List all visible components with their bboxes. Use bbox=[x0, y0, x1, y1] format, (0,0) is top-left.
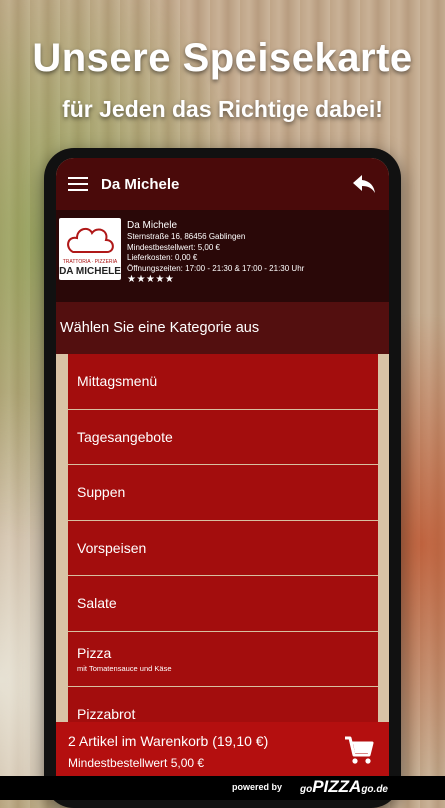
powered-by-label: powered by bbox=[232, 782, 283, 792]
cart-min-order: Mindestbestellwert 5,00 € bbox=[68, 756, 205, 770]
category-item-mittagsmenue[interactable]: Mittagsmenü bbox=[68, 354, 378, 410]
category-item-pizza[interactable]: Pizza mit Tomatensauce und Käse bbox=[68, 631, 378, 687]
logo-name: DA MICHELE bbox=[59, 266, 121, 277]
category-item-tagesangebote[interactable]: Tagesangebote bbox=[68, 409, 378, 465]
footer-bar: powered by goPIZZAgo.de bbox=[0, 776, 445, 800]
rating-stars: ★★★★★ bbox=[127, 274, 175, 285]
category-prompt: Wählen Sie eine Kategorie aus bbox=[56, 302, 389, 354]
promo-subheadline: für Jeden das Richtige dabei! bbox=[62, 96, 383, 122]
category-label: Vorspeisen bbox=[77, 539, 147, 556]
logo-subtitle: TRATTORIA · PIZZERIA bbox=[62, 259, 118, 265]
brand-suffix: go bbox=[361, 784, 374, 795]
cart-summary: 2 Artikel im Warenkorb (19,10 €) bbox=[68, 733, 269, 749]
app-title: Da Michele bbox=[101, 175, 180, 193]
category-list: Mittagsmenü Tagesangebote Suppen Vorspei… bbox=[68, 354, 378, 743]
category-label: Pizzabrot bbox=[77, 706, 136, 723]
restaurant-min-order: Mindestbestellwert: 5,00 € bbox=[127, 242, 220, 252]
category-item-vorspeisen[interactable]: Vorspeisen bbox=[68, 520, 378, 576]
back-arrow-icon[interactable] bbox=[351, 172, 377, 196]
restaurant-address: Sternstraße 16, 86456 Gablingen bbox=[127, 232, 246, 241]
hamburger-menu-icon[interactable] bbox=[68, 177, 88, 191]
category-label: Salate bbox=[77, 595, 117, 612]
restaurant-details: Da Michele Sternstraße 16, 86456 Gabling… bbox=[127, 219, 304, 286]
restaurant-delivery-cost: Lieferkosten: 0,00 € bbox=[127, 253, 198, 262]
category-item-suppen[interactable]: Suppen bbox=[68, 465, 378, 521]
shopping-cart-icon[interactable] bbox=[343, 734, 375, 766]
category-label: Pizza bbox=[77, 644, 112, 661]
category-label: Mittagsmenü bbox=[77, 373, 158, 390]
chef-hat-icon bbox=[67, 227, 114, 253]
brand-tld: .de bbox=[373, 784, 388, 795]
category-label: Suppen bbox=[77, 484, 126, 501]
brand-prefix: go bbox=[300, 784, 313, 795]
category-label: Tagesangebote bbox=[77, 428, 173, 445]
category-item-salate[interactable]: Salate bbox=[68, 576, 378, 632]
restaurant-logo: TRATTORIA · PIZZERIA DA MICHELE bbox=[59, 218, 121, 280]
category-description: mit Tomatensauce und Käse bbox=[77, 663, 172, 673]
restaurant-info: TRATTORIA · PIZZERIA DA MICHELE Da Miche… bbox=[56, 210, 389, 302]
promo-headline: Unsere Speisekarte bbox=[32, 36, 413, 80]
restaurant-name: Da Michele bbox=[127, 220, 178, 231]
app-bar: Da Michele bbox=[56, 158, 389, 210]
app-screen: Da Michele TRATTORIA · PIZZERIA DA MICHE… bbox=[56, 158, 389, 778]
gopizzago-logo[interactable]: goPIZZAgo.de bbox=[300, 777, 388, 797]
cart-bar[interactable]: 2 Artikel im Warenkorb (19,10 €) Mindest… bbox=[56, 722, 389, 778]
brand-main: PIZZA bbox=[312, 777, 362, 796]
restaurant-opening-hours: Öffnungszeiten: 17:00 - 21:30 & 17:00 - … bbox=[127, 263, 305, 273]
